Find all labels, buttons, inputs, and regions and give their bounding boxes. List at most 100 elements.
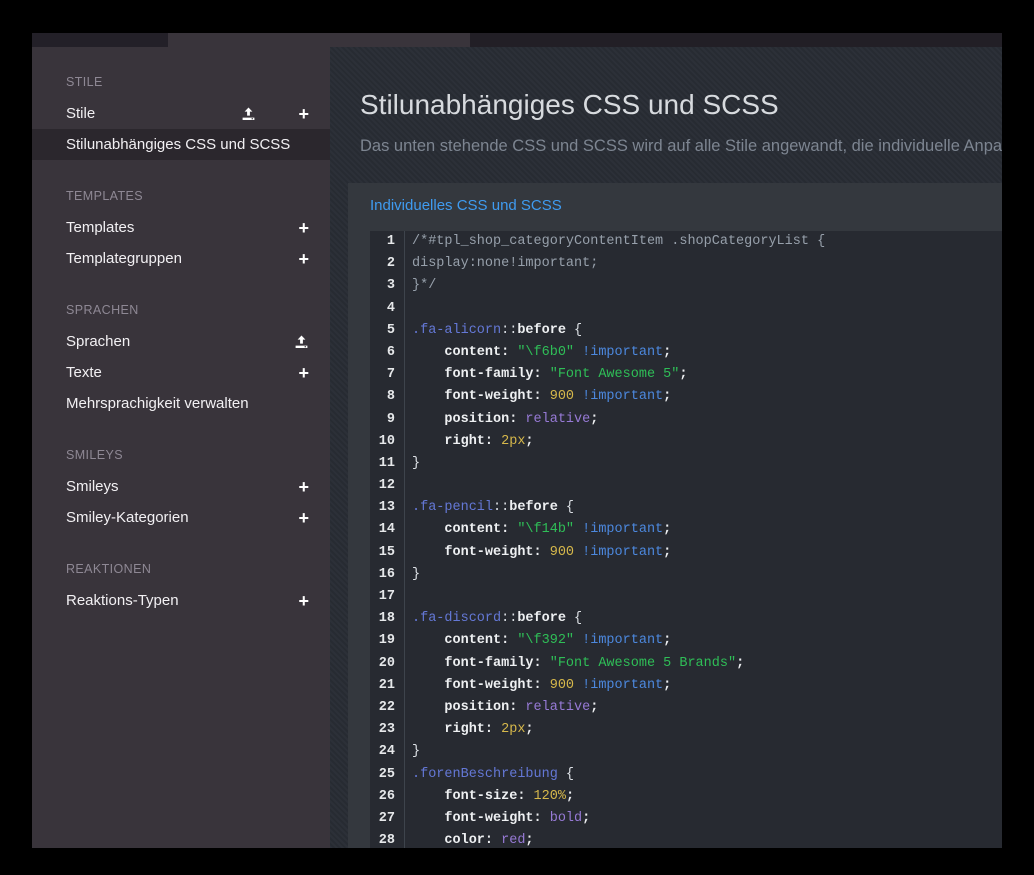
code-line: 19 content: "\f392" !important; xyxy=(370,630,1002,652)
top-tab-left[interactable] xyxy=(32,33,168,47)
line-number: 12 xyxy=(370,475,405,497)
code-line: 4 xyxy=(370,298,1002,320)
sidebar-item-mehrsprachigkeit-verwalten[interactable]: Mehrsprachigkeit verwalten xyxy=(32,388,330,419)
sidebar-item-actions: + xyxy=(298,594,309,608)
add-icon[interactable]: + xyxy=(298,252,309,266)
code-text: font-family: "Font Awesome 5 Brands"; xyxy=(405,653,744,675)
sidebar-section-title: REAKTIONEN xyxy=(32,554,330,585)
sidebar-item-label: Mehrsprachigkeit verwalten xyxy=(66,395,309,412)
code-line: 1/*#tpl_shop_categoryContentItem .shopCa… xyxy=(370,231,1002,253)
app-frame: STILEStile+Stilunabhängiges CSS und SCSS… xyxy=(32,33,1002,848)
code-line: 8 font-weight: 900 !important; xyxy=(370,386,1002,408)
code-text: } xyxy=(405,564,420,586)
code-text: font-family: "Font Awesome 5"; xyxy=(405,364,687,386)
line-number: 6 xyxy=(370,342,405,364)
sidebar-item-stile[interactable]: Stile+ xyxy=(32,98,330,129)
sidebar-item-sprachen[interactable]: Sprachen xyxy=(32,326,330,357)
line-number: 26 xyxy=(370,786,405,808)
code-text xyxy=(405,475,412,497)
css-panel: Individuelles CSS und SCSS 1/*#tpl_shop_… xyxy=(348,183,1002,848)
code-text: } xyxy=(405,453,420,475)
code-text: .forenBeschreibung { xyxy=(405,764,574,786)
sidebar-item-actions: + xyxy=(298,252,309,266)
code-text xyxy=(405,586,412,608)
code-line: 18.fa-discord::before { xyxy=(370,608,1002,630)
code-text: font-weight: 900 !important; xyxy=(405,675,671,697)
sidebar-item-label: Smiley-Kategorien xyxy=(66,509,298,526)
sidebar-item-actions: + xyxy=(298,221,309,235)
sidebar-item-templates[interactable]: Templates+ xyxy=(32,212,330,243)
code-line: 26 font-size: 120%; xyxy=(370,786,1002,808)
code-line: 6 content: "\f6b0" !important; xyxy=(370,342,1002,364)
sidebar-section: SMILEYSSmileys+Smiley-Kategorien+ xyxy=(32,440,330,533)
sidebar-item-actions: + xyxy=(298,511,309,525)
code-text: }*/ xyxy=(405,275,436,297)
sidebar-item-stilunabhängiges-css-und-scss[interactable]: Stilunabhängiges CSS und SCSS xyxy=(32,129,330,160)
sidebar-item-actions: + xyxy=(298,366,309,380)
add-icon[interactable]: + xyxy=(298,366,309,380)
main-content: Stilunabhängiges CSS und SCSS Das unten … xyxy=(330,47,1002,848)
code-line: 27 font-weight: bold; xyxy=(370,808,1002,830)
code-line: 25.forenBeschreibung { xyxy=(370,764,1002,786)
code-line: 14 content: "\f14b" !important; xyxy=(370,519,1002,541)
line-number: 15 xyxy=(370,542,405,564)
upload-icon[interactable] xyxy=(241,107,256,121)
code-line: 5.fa-alicorn::before { xyxy=(370,320,1002,342)
sidebar-item-label: Templategruppen xyxy=(66,250,298,267)
line-number: 16 xyxy=(370,564,405,586)
code-text: font-weight: 900 !important; xyxy=(405,542,671,564)
line-number: 21 xyxy=(370,675,405,697)
add-icon[interactable]: + xyxy=(298,594,309,608)
add-icon[interactable]: + xyxy=(298,511,309,525)
code-text: font-size: 120%; xyxy=(405,786,574,808)
code-text: display:none!important; xyxy=(405,253,598,275)
css-code-editor[interactable]: 1/*#tpl_shop_categoryContentItem .shopCa… xyxy=(370,231,1002,848)
code-text: content: "\f392" !important; xyxy=(405,630,671,652)
line-number: 3 xyxy=(370,275,405,297)
acp-window: STILEStile+Stilunabhängiges CSS und SCSS… xyxy=(0,0,1034,875)
page-subtitle: Das unten stehende CSS und SCSS wird auf… xyxy=(360,135,1002,157)
upload-icon[interactable] xyxy=(294,335,309,349)
line-number: 22 xyxy=(370,697,405,719)
code-line: 24} xyxy=(370,741,1002,763)
line-number: 2 xyxy=(370,253,405,275)
code-text: } xyxy=(405,741,420,763)
top-tab-right[interactable] xyxy=(470,33,1002,47)
sidebar-section-title: SMILEYS xyxy=(32,440,330,471)
line-number: 1 xyxy=(370,231,405,253)
sidebar-item-smiley-kategorien[interactable]: Smiley-Kategorien+ xyxy=(32,502,330,533)
add-icon[interactable]: + xyxy=(298,480,309,494)
code-line: 20 font-family: "Font Awesome 5 Brands"; xyxy=(370,653,1002,675)
sidebar-section-title: STILE xyxy=(32,67,330,98)
code-text: right: 2px; xyxy=(405,431,534,453)
code-text: right: 2px; xyxy=(405,719,534,741)
line-number: 20 xyxy=(370,653,405,675)
line-number: 14 xyxy=(370,519,405,541)
sidebar-section: SPRACHENSprachenTexte+ Mehrsprachigkeit v… xyxy=(32,295,330,419)
code-text: content: "\f6b0" !important; xyxy=(405,342,671,364)
code-line: 17 xyxy=(370,586,1002,608)
sidebar-section-title: SPRACHEN xyxy=(32,295,330,326)
line-number: 27 xyxy=(370,808,405,830)
sidebar-item-actions xyxy=(294,335,309,349)
code-line: 2display:none!important; xyxy=(370,253,1002,275)
add-icon[interactable]: + xyxy=(298,221,309,235)
add-icon[interactable]: + xyxy=(298,107,309,121)
sidebar-section-title: TEMPLATES xyxy=(32,181,330,212)
line-number: 25 xyxy=(370,764,405,786)
sidebar-item-actions: + xyxy=(241,107,309,121)
sidebar-item-texte[interactable]: Texte+ xyxy=(32,357,330,388)
code-text: color: red; xyxy=(405,830,534,848)
sidebar-item-templategruppen[interactable]: Templategruppen+ xyxy=(32,243,330,274)
sidebar-item-label: Templates xyxy=(66,219,298,236)
line-number: 24 xyxy=(370,741,405,763)
code-line: 9 position: relative; xyxy=(370,409,1002,431)
sidebar-item-smileys[interactable]: Smileys+ xyxy=(32,471,330,502)
line-number: 28 xyxy=(370,830,405,848)
code-line: 11} xyxy=(370,453,1002,475)
sidebar-item-label: Stilunabhängiges CSS und SCSS xyxy=(66,136,309,153)
code-text: content: "\f14b" !important; xyxy=(405,519,671,541)
code-line: 3}*/ xyxy=(370,275,1002,297)
top-tab-active xyxy=(168,33,470,47)
sidebar-item-reaktions-typen[interactable]: Reaktions-Typen+ xyxy=(32,585,330,616)
